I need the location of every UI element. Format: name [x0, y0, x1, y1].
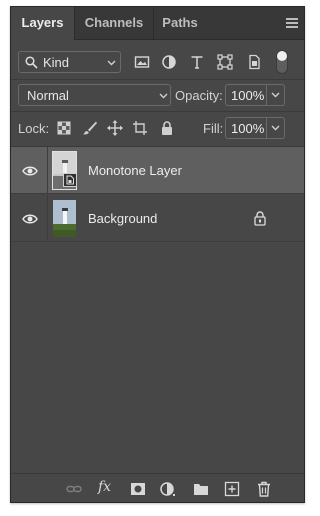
lock-image-pixels-icon[interactable]: [82, 120, 98, 136]
tab-paths[interactable]: Paths: [154, 7, 206, 39]
layer-thumbnail[interactable]: [53, 200, 76, 237]
chevron-down-icon: [271, 92, 280, 98]
row-divider: [47, 195, 48, 242]
opacity-label: Opacity:: [175, 88, 223, 103]
chevron-down-icon: [271, 125, 280, 131]
lock-transparent-pixels-icon[interactable]: [56, 120, 72, 136]
filter-toggle[interactable]: [276, 50, 288, 74]
shape-filter-icon[interactable]: [217, 54, 233, 70]
row-divider: [11, 193, 304, 194]
layer-locked-icon[interactable]: [253, 210, 267, 226]
image-filter-icon[interactable]: [134, 54, 150, 70]
chevron-down-icon: [159, 93, 168, 99]
filter-kind-label: Kind: [43, 55, 70, 70]
new-group-icon[interactable]: [193, 481, 209, 497]
panel-menu-icon[interactable]: [286, 18, 298, 28]
fill-label: Fill:: [203, 121, 224, 136]
new-layer-icon[interactable]: [224, 481, 240, 497]
layer-row-background[interactable]: Background: [11, 195, 304, 242]
layer-name[interactable]: Background: [88, 211, 157, 226]
add-mask-icon[interactable]: [130, 481, 146, 497]
lighthouse-thumbnail-icon: [53, 200, 76, 237]
fill-dropdown-button[interactable]: [267, 117, 285, 139]
opacity-value: 100%: [231, 88, 265, 103]
row-divider: [11, 241, 304, 242]
layer-row-monotone[interactable]: Monotone Layer: [11, 147, 304, 194]
type-filter-icon[interactable]: [189, 54, 205, 70]
link-layers-icon[interactable]: [66, 481, 82, 497]
tab-channels[interactable]: Channels: [75, 7, 153, 39]
blend-mode-select[interactable]: Normal: [18, 84, 171, 106]
fill-input[interactable]: 100%: [225, 117, 267, 139]
lock-label: Lock:: [18, 121, 50, 136]
opacity-dropdown-button[interactable]: [267, 84, 285, 106]
row-divider: [47, 147, 48, 194]
layer-style-button[interactable]: fx: [98, 479, 111, 495]
adjustment-filter-icon[interactable]: [161, 54, 177, 70]
fill-value: 100%: [231, 121, 265, 136]
filter-kind-select[interactable]: Kind: [18, 51, 121, 73]
layer-name[interactable]: Monotone Layer: [88, 163, 182, 178]
layers-panel: Layers Channels Paths Kind Normal Opacit…: [10, 6, 305, 503]
smart-object-badge-icon: [63, 173, 77, 187]
lock-artboard-icon[interactable]: [132, 120, 148, 136]
new-adjustment-icon[interactable]: [159, 481, 175, 497]
blend-mode-value: Normal: [27, 88, 69, 103]
smart-object-filter-icon[interactable]: [246, 54, 262, 70]
visibility-eye-icon[interactable]: [22, 163, 38, 179]
divider: [11, 79, 304, 80]
lock-position-icon[interactable]: [107, 120, 123, 136]
opacity-input[interactable]: 100%: [225, 84, 267, 106]
tab-layers[interactable]: Layers: [11, 7, 74, 40]
layers-bottom-toolbar: fx: [11, 473, 304, 502]
search-icon: [25, 56, 38, 69]
lock-all-icon[interactable]: [159, 120, 175, 136]
delete-layer-icon[interactable]: [256, 481, 272, 497]
panel-tab-bar: Layers Channels Paths: [11, 7, 304, 40]
chevron-down-icon: [107, 60, 116, 66]
divider: [11, 111, 304, 112]
layers-list: Monotone Layer Background: [11, 147, 304, 472]
filter-toggle-knob: [277, 51, 287, 61]
visibility-eye-icon[interactable]: [22, 211, 38, 227]
